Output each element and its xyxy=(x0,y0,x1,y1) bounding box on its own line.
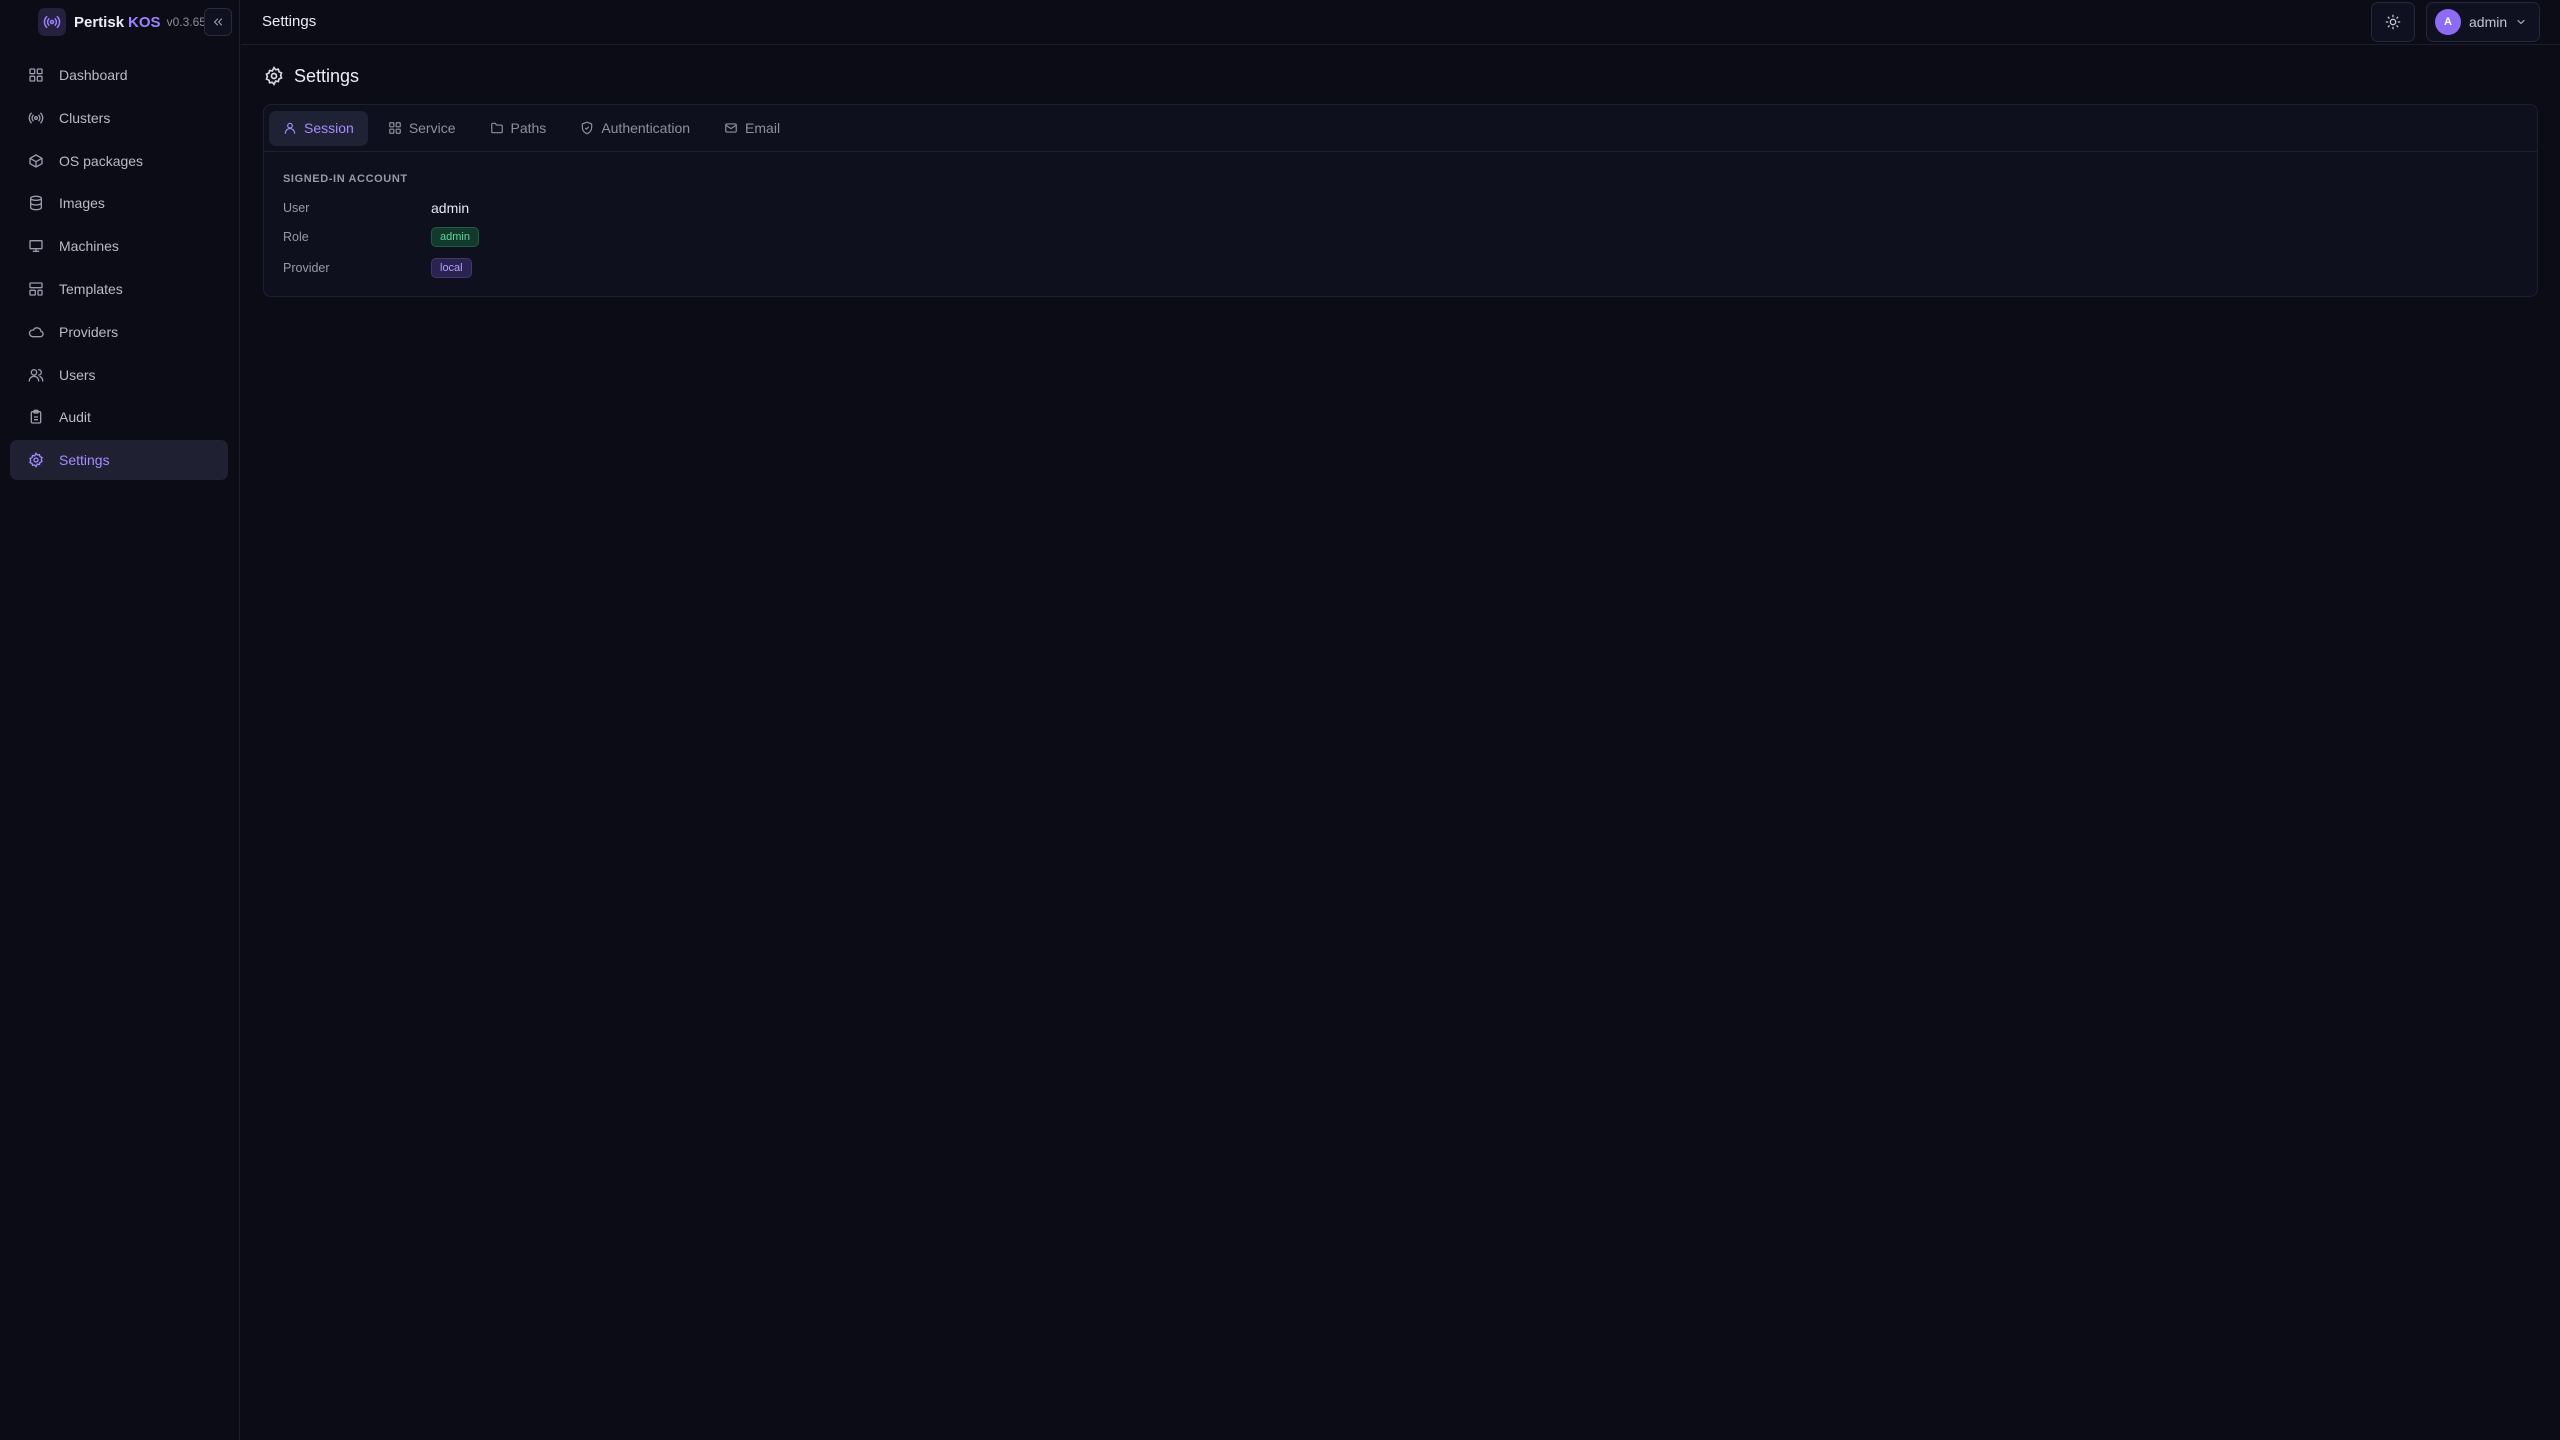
app-root: Pertisk KOS v0.3.65 Dashboard Clusters O… xyxy=(0,0,2560,1440)
session-row-provider: Provider local xyxy=(283,258,472,278)
tab-email[interactable]: Email xyxy=(710,111,794,146)
gear-icon xyxy=(27,451,45,469)
avatar: A xyxy=(2435,9,2461,35)
session-row-role: Role admin xyxy=(283,227,479,247)
monitor-icon xyxy=(27,237,45,255)
shield-icon xyxy=(580,121,594,135)
chevron-down-icon xyxy=(2515,16,2527,28)
broadcast-icon xyxy=(38,8,66,36)
sidebar-item-label: Users xyxy=(59,366,96,383)
sidebar-item-label: Settings xyxy=(59,452,110,469)
sidebar-item-label: OS packages xyxy=(59,152,144,169)
collapse-sidebar-button[interactable] xyxy=(204,8,232,36)
top-bar: Settings A admin xyxy=(241,0,2560,45)
cloud-icon xyxy=(27,323,45,341)
tab-session[interactable]: Session xyxy=(269,110,368,146)
sidebar-item-providers[interactable]: Providers xyxy=(10,312,228,352)
section-label: SIGNED-IN ACCOUNT xyxy=(283,173,408,185)
mail-icon xyxy=(724,121,738,135)
user-icon xyxy=(283,121,297,135)
package-icon xyxy=(27,152,45,170)
grid-icon xyxy=(388,121,402,135)
broadcast-icon xyxy=(27,109,45,127)
tab-label: Service xyxy=(408,120,456,136)
sidebar-item-images[interactable]: Images xyxy=(10,183,228,223)
layout-icon xyxy=(27,280,45,298)
row-key: Role xyxy=(283,230,309,244)
sidebar-item-clusters[interactable]: Clusters xyxy=(10,98,228,138)
sidebar-item-label: Images xyxy=(59,195,105,212)
clipboard-icon xyxy=(27,408,45,426)
settings-tabs: Session Service Paths Authentication Ema… xyxy=(264,105,2537,152)
tab-label: Paths xyxy=(510,120,547,136)
page-header: Settings xyxy=(264,64,359,88)
user-name: admin xyxy=(2469,14,2508,30)
grid-icon xyxy=(27,66,45,84)
row-key: Provider xyxy=(283,261,330,275)
brand-product: KOS xyxy=(128,13,161,31)
theme-toggle-button[interactable] xyxy=(2371,2,2415,42)
status-badge: local xyxy=(431,258,472,278)
sidebar: Pertisk KOS v0.3.65 Dashboard Clusters O… xyxy=(0,0,240,1440)
status-badge: admin xyxy=(431,227,479,247)
row-value: admin xyxy=(431,200,470,216)
user-menu-button[interactable]: A admin xyxy=(2426,2,2540,42)
tab-authentication[interactable]: Authentication xyxy=(566,111,704,146)
brand-name: Pertisk xyxy=(74,13,125,31)
row-key: User xyxy=(283,201,310,215)
folder-icon xyxy=(490,121,504,135)
sidebar-item-templates[interactable]: Templates xyxy=(10,269,228,309)
sidebar-item-label: Machines xyxy=(59,238,119,255)
chevrons-left-icon xyxy=(211,15,225,29)
sidebar-item-users[interactable]: Users xyxy=(10,355,228,395)
sidebar-item-label: Audit xyxy=(59,409,91,426)
settings-card: Session Service Paths Authentication Ema… xyxy=(263,104,2538,297)
sidebar-item-machines[interactable]: Machines xyxy=(10,226,228,266)
app-version: v0.3.65 xyxy=(166,15,206,29)
tab-label: Authentication xyxy=(601,120,691,136)
sidebar-item-settings[interactable]: Settings xyxy=(10,440,228,481)
tab-service[interactable]: Service xyxy=(374,111,470,146)
tab-label: Session xyxy=(304,120,354,136)
session-row-user: User admin xyxy=(283,200,469,216)
sidebar-item-label: Templates xyxy=(59,280,123,297)
users-icon xyxy=(27,366,45,384)
gear-icon xyxy=(264,66,284,86)
topbar-title: Settings xyxy=(262,13,317,30)
sun-icon xyxy=(2385,14,2401,30)
sidebar-item-label: Providers xyxy=(59,323,119,340)
sidebar-item-label: Dashboard xyxy=(59,67,128,83)
sidebar-item-os-packages[interactable]: OS packages xyxy=(10,141,228,181)
sidebar-item-dashboard[interactable]: Dashboard xyxy=(10,55,228,95)
database-icon xyxy=(27,194,45,212)
tab-paths[interactable]: Paths xyxy=(476,111,561,146)
sidebar-item-label: Clusters xyxy=(59,109,111,126)
sidebar-item-audit[interactable]: Audit xyxy=(10,397,228,437)
sidebar-nav: Dashboard Clusters OS packages Images Ma… xyxy=(10,55,228,483)
page-title: Settings xyxy=(294,65,360,86)
tab-label: Email xyxy=(745,120,781,136)
